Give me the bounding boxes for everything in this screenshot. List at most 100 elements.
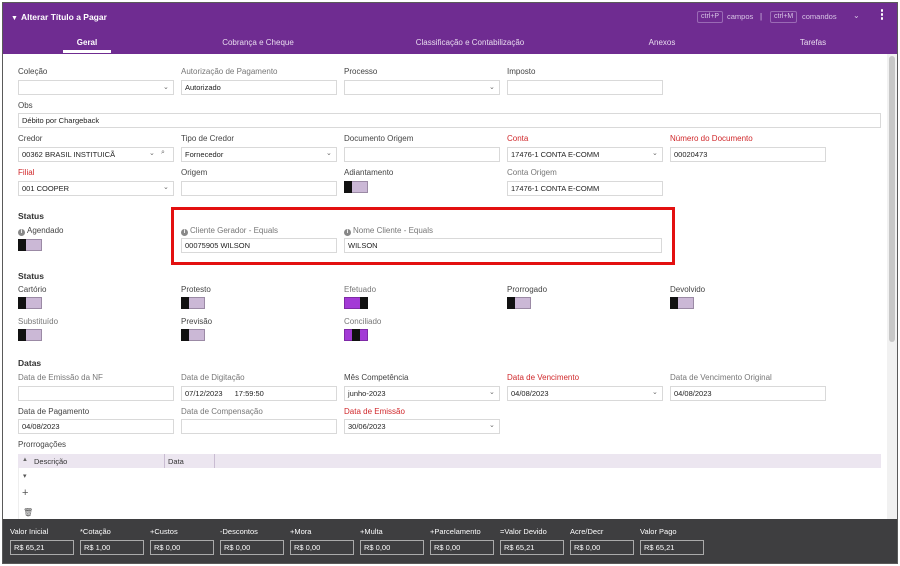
imposto-label: Imposto <box>507 67 536 76</box>
valor-pago-field[interactable]: R$ 65,21 <box>640 540 704 555</box>
protesto-toggle[interactable] <box>181 297 205 309</box>
valor-devido-label: =Valor Devido <box>500 527 547 536</box>
cartorio-label: Cartório <box>18 285 47 294</box>
obs-label: Obs <box>18 101 33 110</box>
digitacao-time: 17:59:50 <box>234 389 264 398</box>
cotacao-field[interactable]: R$ 1,00 <box>80 540 144 555</box>
chevron-down-icon[interactable]: ⌄ <box>489 421 495 429</box>
valor-devido-field[interactable]: R$ 65,21 <box>500 540 564 555</box>
agendado-toggle[interactable] <box>18 239 42 251</box>
mes-competencia-label: Mês Competência <box>344 373 409 382</box>
pagamento-field[interactable]: 04/08/2023 <box>18 419 174 434</box>
mora-field[interactable]: R$ 0,00 <box>290 540 354 555</box>
sort-up-icon[interactable]: ▲ <box>22 457 28 463</box>
colecao-select[interactable] <box>18 80 174 95</box>
conta-origem-label: Conta Origem <box>507 168 557 177</box>
trash-icon[interactable]: 🗑 <box>23 508 33 517</box>
tab-classificacao[interactable]: Classificação e Contabilização <box>403 38 537 47</box>
efetuado-toggle[interactable] <box>344 297 368 309</box>
adiantamento-toggle[interactable] <box>344 181 368 193</box>
tab-bar: Geral Cobrança e Cheque Classificação e … <box>3 30 897 54</box>
filial-select[interactable]: 001 COOPER <box>18 181 174 196</box>
highlight-box <box>171 207 675 265</box>
tab-cobranca-cheque[interactable]: Cobrança e Cheque <box>203 38 313 47</box>
processo-select[interactable] <box>344 80 500 95</box>
devolvido-toggle[interactable] <box>670 297 694 309</box>
acre-decr-field[interactable]: R$ 0,00 <box>570 540 634 555</box>
info-icon[interactable]: i <box>18 229 25 236</box>
window-title[interactable]: ▼ Alterar Título a Pagar <box>11 12 107 22</box>
active-tab-indicator <box>63 50 111 53</box>
vertical-scrollbar[interactable] <box>887 54 897 519</box>
chevron-down-icon[interactable]: ⌄ <box>652 388 658 396</box>
parcelamento-field[interactable]: R$ 0,00 <box>430 540 494 555</box>
autorizacao-field[interactable]: Autorizado <box>181 80 337 95</box>
vencimento-field[interactable]: 04/08/2023 <box>507 386 663 401</box>
conta-label: Conta <box>507 134 529 143</box>
vencimento-original-field[interactable]: 04/08/2023 <box>670 386 826 401</box>
status-section-title: Status <box>18 271 44 281</box>
imposto-field[interactable] <box>507 80 663 95</box>
credor-label: Credor <box>18 134 43 143</box>
conciliado-toggle[interactable] <box>344 329 368 341</box>
custos-label: +Custos <box>150 527 178 536</box>
autorizacao-label: Autorização de Pagamento <box>181 67 278 76</box>
substituido-label: Substituído <box>18 317 59 326</box>
descontos-field[interactable]: R$ 0,00 <box>220 540 284 555</box>
column-descricao[interactable]: Descrição <box>34 457 67 466</box>
more-options-icon[interactable] <box>879 9 885 23</box>
shortcut-separator: | <box>760 12 763 21</box>
search-icon[interactable]: ⌕ <box>161 149 165 157</box>
title-bar: ▼ Alterar Título a Pagar ctrl+P campos | … <box>3 3 897 30</box>
conta-select[interactable]: 17476-1 CONTA E-COMM <box>507 147 663 162</box>
mes-competencia-select[interactable]: junho-2023 <box>344 386 500 401</box>
valor-inicial-label: Valor Inicial <box>10 527 49 536</box>
cartorio-toggle[interactable] <box>18 297 42 309</box>
tab-anexos[interactable]: Anexos <box>637 38 687 47</box>
chevron-down-icon[interactable]: ⌄ <box>149 149 155 157</box>
multa-label: +Multa <box>360 527 383 536</box>
valor-inicial-field[interactable]: R$ 65,21 <box>10 540 74 555</box>
tab-tarefas[interactable]: Tarefas <box>788 38 838 47</box>
compensacao-field[interactable] <box>181 419 337 434</box>
chevron-down-icon[interactable]: ⌄ <box>163 83 169 91</box>
chevron-down-icon[interactable]: ⌄ <box>652 149 658 157</box>
add-icon[interactable]: + <box>22 487 28 499</box>
devolvido-label: Devolvido <box>670 285 706 294</box>
conta-origem-field[interactable]: 17476-1 CONTA E-COMM <box>507 181 663 196</box>
tipo-credor-select[interactable]: Fornecedor <box>181 147 337 162</box>
conciliado-label: Conciliado <box>344 317 382 326</box>
emissao-label: Data de Emissão <box>344 407 405 416</box>
multa-field[interactable]: R$ 0,00 <box>360 540 424 555</box>
obs-field[interactable]: Débito por Chargeback <box>18 113 881 128</box>
vencimento-label: Data de Vencimento <box>507 373 580 382</box>
substituido-toggle[interactable] <box>18 329 42 341</box>
collapse-caret-icon[interactable]: ▼ <box>11 15 18 22</box>
valor-pago-label: Valor Pago <box>640 527 677 536</box>
origem-label: Origem <box>181 168 208 177</box>
tab-geral[interactable]: Geral <box>63 38 111 47</box>
custos-field[interactable]: R$ 0,00 <box>150 540 214 555</box>
datas-section-title: Datas <box>18 358 42 368</box>
chevron-down-icon[interactable]: ⌄ <box>489 388 495 396</box>
documento-origem-field[interactable] <box>344 147 500 162</box>
numero-documento-label: Número do Documento <box>670 134 753 143</box>
column-data[interactable]: Data <box>168 457 184 466</box>
numero-documento-field[interactable]: 00020473 <box>670 147 826 162</box>
column-divider <box>164 454 165 468</box>
column-divider <box>214 454 215 468</box>
origem-field[interactable] <box>181 181 337 196</box>
scrollbar-thumb[interactable] <box>889 56 895 342</box>
digitacao-field[interactable]: 07/12/2023 17:59:50 <box>181 386 337 401</box>
adiantamento-label: Adiantamento <box>344 168 394 177</box>
chevron-down-icon[interactable]: ⌄ <box>326 149 332 157</box>
chevron-down-icon[interactable]: ⌄ <box>489 83 495 91</box>
chevron-down-icon[interactable]: ⌄ <box>853 11 860 20</box>
chevron-down-icon[interactable]: ⌄ <box>163 183 169 191</box>
emissao-select[interactable]: 30/06/2023 <box>344 419 500 434</box>
prorrogado-toggle[interactable] <box>507 297 531 309</box>
previsao-toggle[interactable] <box>181 329 205 341</box>
chevron-down-icon[interactable]: ▾ <box>23 472 27 480</box>
compensacao-label: Data de Compensação <box>181 407 263 416</box>
emissao-nf-field[interactable] <box>18 386 174 401</box>
